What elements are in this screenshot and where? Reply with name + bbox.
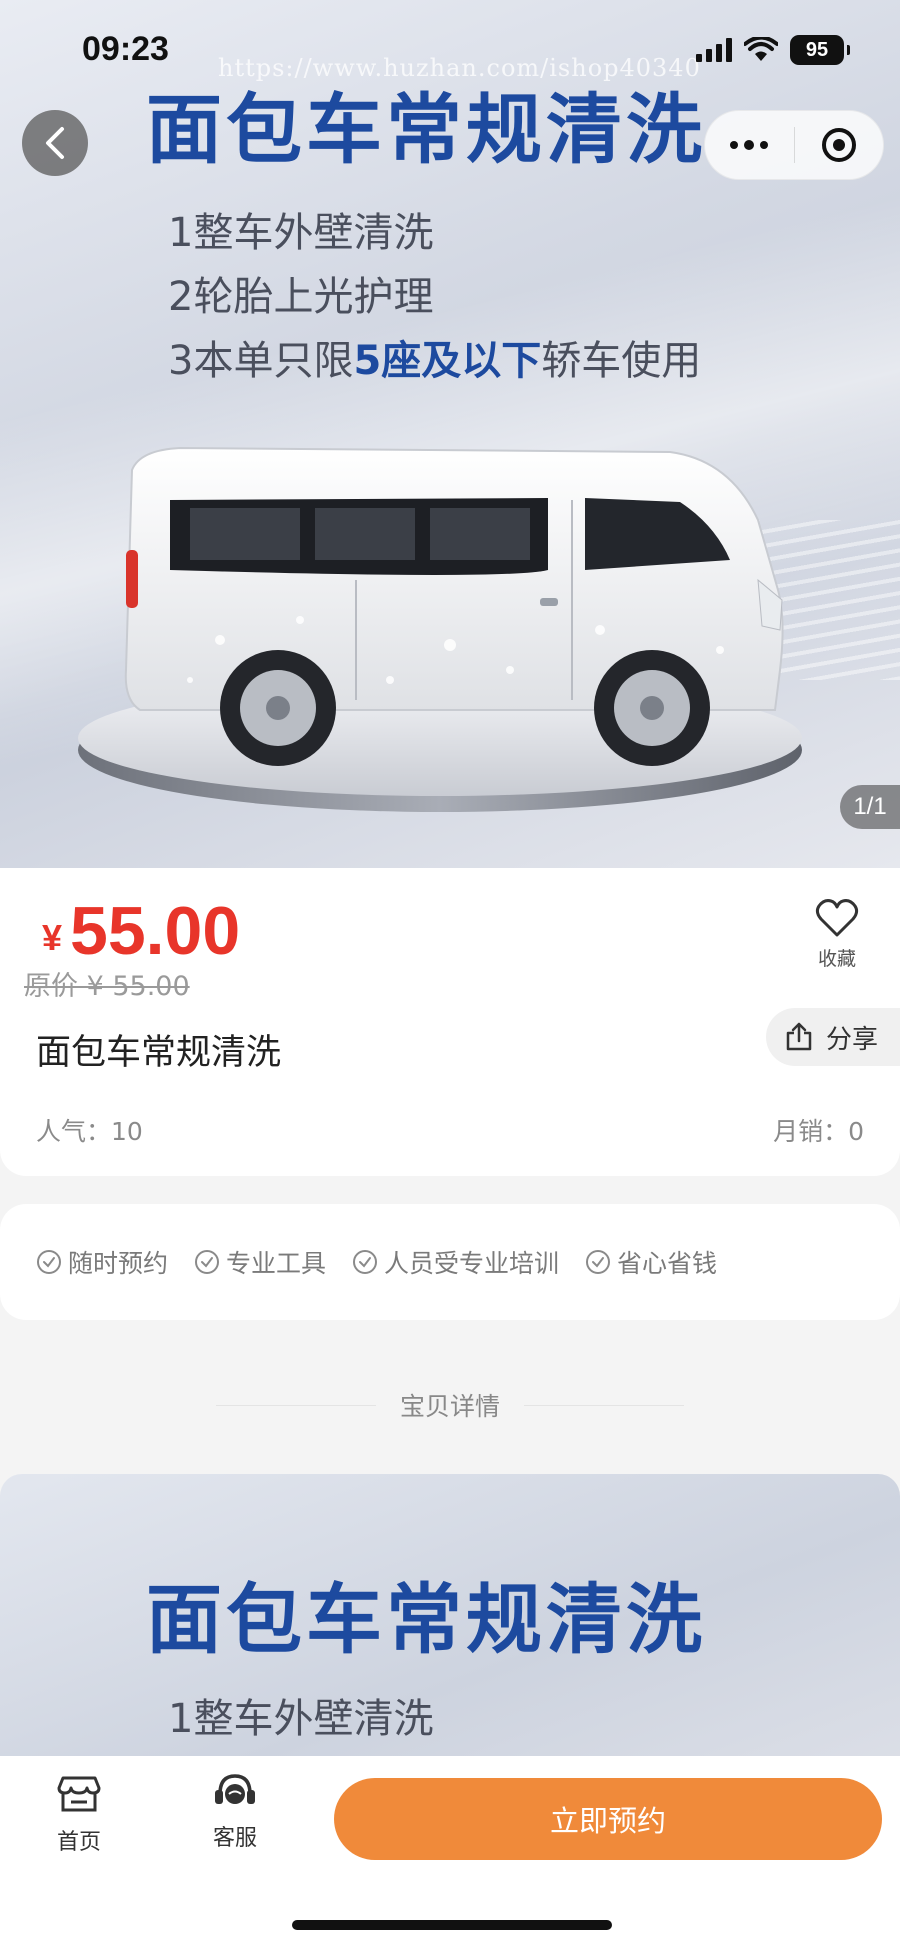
- product-detail-page: 面包车常规清洗 1整车外壁清洗 2轮胎上光护理 3本单只限5座及以下轿车使用 h…: [0, 0, 900, 1947]
- product-image-carousel[interactable]: 面包车常规清洗 1整车外壁清洗 2轮胎上光护理 3本单只限5座及以下轿车使用 h…: [0, 0, 900, 870]
- status-time: 09:23: [82, 30, 169, 68]
- share-button[interactable]: 分享: [766, 1008, 900, 1066]
- home-nav-label: 首页: [56, 1830, 101, 1855]
- back-button[interactable]: [22, 110, 88, 176]
- more-dots-icon: [730, 140, 769, 150]
- popularity-stat: 人气：10: [36, 1117, 143, 1146]
- share-icon: [786, 1022, 812, 1051]
- original-price: 原价 ¥ 55.00: [24, 971, 190, 1002]
- guarantee-card: 随时预约 专业工具 人员受专业培训 省心省钱: [0, 1204, 900, 1320]
- wifi-icon: [744, 37, 778, 61]
- book-now-button[interactable]: 立即预约: [334, 1778, 882, 1860]
- detail-image-title: 面包车常规清洗: [146, 1575, 706, 1664]
- favorite-label: 收藏: [817, 948, 856, 970]
- guarantee-item: 人员受专业培训: [352, 1244, 559, 1280]
- home-nav-button[interactable]: 首页: [24, 1774, 134, 1856]
- van-illustration: [40, 430, 860, 850]
- store-icon: [57, 1776, 101, 1812]
- detail-heading-text: 宝贝详情: [399, 1392, 500, 1421]
- check-circle-icon: [353, 1250, 378, 1274]
- image-counter: 1/1: [840, 785, 900, 829]
- check-circle-icon: [195, 1250, 220, 1274]
- check-circle-icon: [37, 1250, 61, 1274]
- product-info-card: ¥55.00 原价 ¥ 55.00 收藏 面包车常规清洗 分享 人气：10 月销…: [0, 868, 900, 1176]
- status-icons: 95: [696, 34, 850, 66]
- customer-service-button[interactable]: 客服: [180, 1772, 290, 1852]
- close-miniprogram-button[interactable]: [795, 111, 884, 179]
- more-button[interactable]: [705, 111, 794, 179]
- promo-line-1: 1整车外壁清洗: [168, 210, 434, 256]
- home-indicator: [292, 1920, 612, 1930]
- favorite-button[interactable]: 收藏: [790, 898, 884, 971]
- promo-line-2: 2轮胎上光护理: [168, 274, 434, 320]
- currency-symbol: ¥: [42, 917, 63, 958]
- guarantee-item: 省心省钱: [585, 1244, 717, 1280]
- detail-line-1: 1整车外壁清洗: [168, 1696, 434, 1742]
- heading-divider-right: [524, 1404, 684, 1406]
- heart-icon: [815, 899, 859, 937]
- price-value: 55.00: [70, 893, 241, 969]
- detail-image: 面包车常规清洗 1整车外壁清洗 2轮胎上光护理: [0, 1474, 900, 1774]
- monthly-sales-stat: 月销：0: [773, 1117, 864, 1146]
- promo-image-title: 面包车常规清洗: [146, 85, 706, 174]
- check-circle-icon: [586, 1250, 611, 1274]
- headset-icon: [215, 1774, 255, 1804]
- guarantee-item: 专业工具: [194, 1244, 326, 1280]
- guarantee-item: 随时预约: [36, 1244, 168, 1280]
- heading-divider-left: [215, 1404, 376, 1406]
- chevron-left-icon: [46, 127, 64, 159]
- bottom-action-bar: 首页 客服 立即预约: [0, 1756, 900, 1947]
- target-icon: [821, 128, 856, 162]
- signal-icon: [696, 38, 732, 62]
- battery-icon: 95: [790, 35, 850, 65]
- promo-line-3: 3本单只限5座及以下轿车使用: [168, 338, 702, 384]
- price: ¥55.00: [42, 892, 240, 970]
- share-label: 分享: [826, 1024, 879, 1055]
- watermark-text: https://www.huzhan.com/ishop40340: [218, 54, 701, 82]
- detail-section-heading: 宝贝详情: [0, 1380, 900, 1430]
- product-title: 面包车常规清洗: [36, 1033, 282, 1073]
- miniprogram-capsule: [704, 110, 884, 180]
- customer-service-label: 客服: [212, 1826, 257, 1851]
